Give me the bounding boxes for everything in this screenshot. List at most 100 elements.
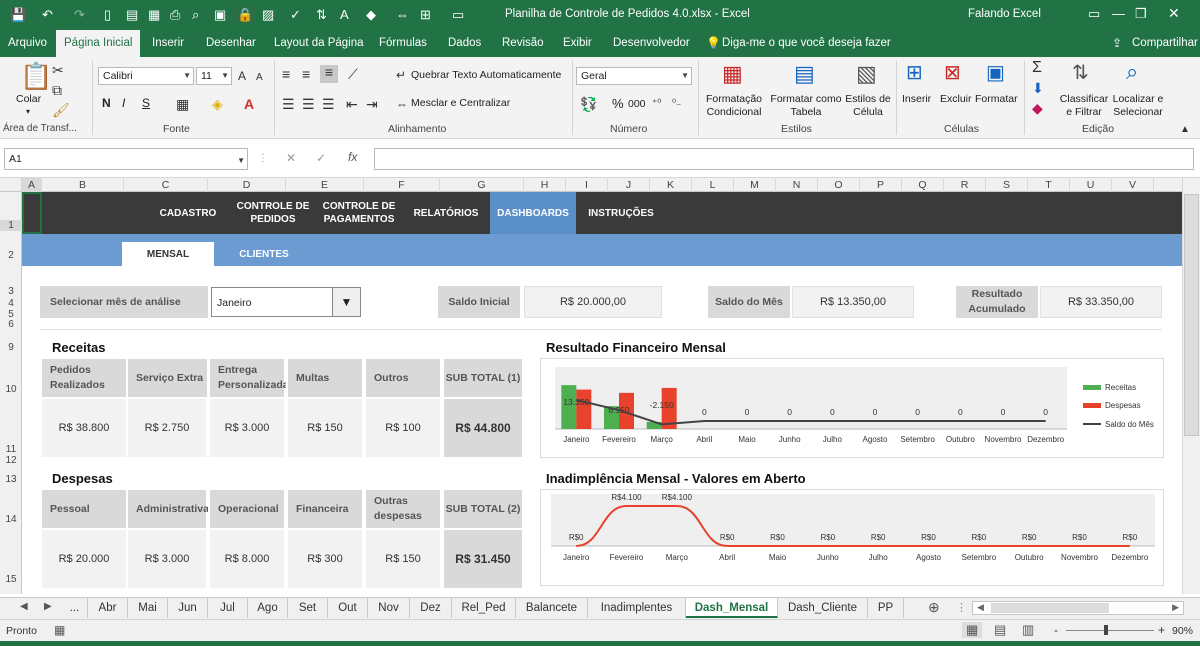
row-header[interactable]: 13 [0,474,22,485]
borders-icon[interactable]: ⊞ [420,7,431,23]
sheet-tab[interactable]: Jul [208,598,248,618]
tab-layout[interactable]: Layout da Página [266,30,372,57]
hscroll-left-icon[interactable]: ◀ [977,602,984,613]
sheet-tab[interactable]: Out [328,598,368,618]
column-header[interactable]: R [944,178,986,192]
sort-filter-button[interactable]: Classificar e Filtrar [1058,93,1110,119]
sheet-tab[interactable]: Set [288,598,328,618]
column-header[interactable]: F [364,178,440,192]
tab-desenvolvedor[interactable]: Desenvolvedor [605,30,698,57]
tab-desenhar[interactable]: Desenhar [198,30,264,57]
sheet-tab[interactable]: PP [868,598,904,618]
zoom-slider-track[interactable] [1066,630,1154,631]
font-name-select[interactable]: Calibri ▼ [98,67,194,85]
grow-font-icon[interactable]: A [238,69,246,83]
print-icon[interactable]: ⎙ [170,7,180,23]
format-painter-icon[interactable]: 🖌 [52,103,70,117]
fill-color-icon[interactable]: ◆ [366,7,376,23]
row-header[interactable]: 6 [0,319,22,330]
row-header[interactable]: 1 [0,220,22,231]
selected-cell[interactable] [22,192,42,234]
column-header[interactable]: E [286,178,364,192]
wrap-text-button[interactable]: Quebrar Texto Automaticamente [411,69,561,82]
tab-scroll-right-icon[interactable]: ▶ [44,601,52,612]
restore-icon[interactable]: ❐ [1135,6,1147,22]
tab-formulas[interactable]: Fórmulas [371,30,435,57]
tab-scroll-left-icon[interactable]: ◀ [20,601,28,612]
share-button[interactable]: Compartilhar [1132,37,1198,49]
cancel-icon[interactable]: ✕ [286,151,296,165]
number-format-select[interactable]: Geral ▼ [576,67,692,85]
save-icon[interactable]: 💾 [10,7,26,23]
nav-cadastro[interactable]: CADASTRO [150,192,226,234]
nav-dashboards[interactable]: DASHBOARDS [490,192,576,234]
align-top-icon[interactable]: ≡ [282,67,290,81]
row-header[interactable]: 14 [0,514,22,525]
column-header[interactable]: G [440,178,524,192]
delete-cells-button[interactable]: Excluir [940,93,972,106]
column-header[interactable]: P [860,178,902,192]
align-left-icon[interactable]: ☰ [282,97,295,111]
minimize-icon[interactable]: — [1112,6,1125,21]
clear-icon[interactable]: ◆ [1032,101,1043,115]
borders-button-icon[interactable]: ▦ [176,97,189,111]
tab-dados[interactable]: Dados [440,30,489,57]
nav-controle-pagamentos[interactable]: CONTROLE DE PAGAMENTOS [318,192,400,234]
column-header[interactable]: T [1028,178,1070,192]
text-icon[interactable]: A [340,7,349,22]
sheet-tab[interactable]: Abr [88,598,128,618]
column-header[interactable]: Q [902,178,944,192]
add-sheet-icon[interactable]: ⊕ [928,599,940,616]
font-color-icon[interactable]: A [244,97,254,111]
row-header[interactable]: 4 [0,298,22,309]
nav-relatorios[interactable]: RELATÓRIOS [406,192,486,234]
column-header[interactable]: B [42,178,124,192]
tab-revisao[interactable]: Revisão [494,30,552,57]
undo-icon[interactable]: ↶ [42,7,53,23]
column-header[interactable]: C [124,178,208,192]
sheet-tab[interactable]: Dez [410,598,452,618]
column-header[interactable]: D [208,178,286,192]
underline-button[interactable]: S [142,97,150,110]
sheet-tab-more[interactable]: ... [62,598,88,618]
sheet-tab[interactable]: Rel_Ped [452,598,516,618]
tab-arquivo[interactable]: Arquivo [0,30,55,57]
column-header[interactable]: S [986,178,1028,192]
merge-center-button[interactable]: Mesclar e Centralizar [411,97,510,110]
row-header[interactable]: 11 [0,444,22,455]
subtab-clientes[interactable]: CLIENTES [218,242,310,266]
column-header[interactable]: L [692,178,734,192]
row-header[interactable]: 15 [0,574,22,585]
column-header[interactable]: V [1112,178,1154,192]
zoom-in-button[interactable]: + [1158,623,1165,637]
sort-icon[interactable]: ⇅ [316,7,327,23]
month-dropdown[interactable]: Janeiro ▼ [211,287,361,317]
column-header[interactable]: U [1070,178,1112,192]
row-header[interactable]: 9 [0,342,22,353]
scrollbar-thumb[interactable] [1184,194,1199,436]
nav-instrucoes[interactable]: INSTRUÇÕES [576,192,666,234]
horizontal-scrollbar[interactable]: ◀ ▶ [972,601,1184,615]
tab-splitter-icon[interactable]: ⋮ [956,601,967,614]
sheet-tab[interactable]: Inadimplentes [588,598,686,618]
row-header[interactable]: 3 [0,286,22,297]
column-header[interactable]: I [566,178,608,192]
window-icon[interactable]: ▭ [452,7,464,23]
cut-icon[interactable]: ✂ [52,63,64,77]
zoom-level[interactable]: 90% [1172,625,1193,637]
sheet-tab-active[interactable]: Dash_Mensal [686,598,778,618]
image-icon[interactable]: ▨ [262,7,274,23]
preview-icon[interactable]: ⌕ [192,7,199,23]
tell-me-input[interactable]: Diga-me o que você deseja fazer [722,37,891,49]
macro-record-icon[interactable]: ▦ [54,623,65,637]
insert-cells-button[interactable]: Inserir [902,93,931,106]
formula-input[interactable] [374,148,1194,170]
select-all-corner[interactable] [0,178,22,192]
copy-icon[interactable]: ⧉ [52,83,62,97]
page-break-icon[interactable]: ▥ [1022,622,1034,638]
conditional-format-button[interactable]: Formatação Condicional [702,93,766,119]
font-size-select[interactable]: 11 ▼ [196,67,232,85]
autosum-icon[interactable]: Σ [1032,60,1042,76]
user-name[interactable]: Falando Excel [968,8,1041,20]
find-select-button[interactable]: Localizar e Selecionar [1112,93,1164,119]
